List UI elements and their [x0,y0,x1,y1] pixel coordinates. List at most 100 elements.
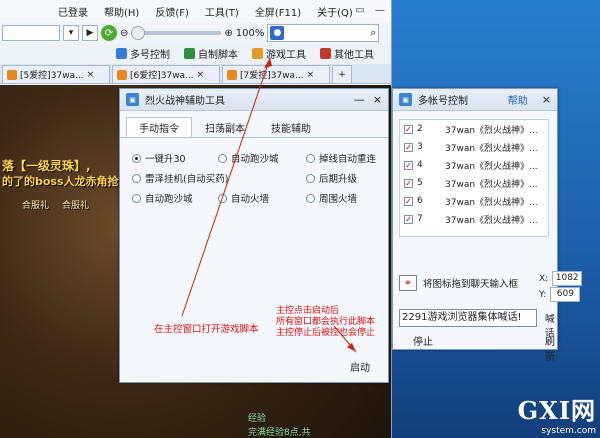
crosshair-icon[interactable]: ⌖ [399,275,417,291]
dropdown-icon[interactable]: ▾ [63,25,79,41]
logo-domain: system.com [541,426,596,436]
app-icon: ▣ [126,93,139,106]
radio-icon[interactable] [218,193,227,203]
option-surround-firewall[interactable]: 周围火墙 [306,191,396,205]
checkbox-icon[interactable]: ✓ [404,178,413,188]
zoom-slider[interactable] [131,26,222,40]
checkbox-icon[interactable]: ✓ [404,214,413,224]
toolbar-other-tools[interactable]: 其他工具 [320,46,374,61]
close-icon[interactable]: × [197,70,205,80]
x-coordinate: X: 1082 [539,271,583,286]
zoom-knob[interactable] [131,26,146,40]
checkbox-icon[interactable]: ✓ [404,196,413,206]
x-label: X: [539,273,549,284]
game-favicon-icon [117,69,127,80]
minimize-icon[interactable]: — [354,93,365,106]
search-input[interactable]: ● ⌕ [267,24,380,42]
tab-manual-command[interactable]: 手动指令 [126,117,192,137]
toolbar-multi-account[interactable]: 多号控制 [116,46,170,61]
radio-icon[interactable] [132,193,141,203]
tab-6[interactable]: [6爱控]37wa... × [112,65,220,83]
account-num: 5 [417,178,423,188]
option-auto-sand-city[interactable]: 自动跑沙城 [218,151,306,165]
option-auto-reconnect[interactable]: 掉线自动重连 [306,151,396,165]
radio-icon[interactable] [218,153,227,163]
annotation-open-script: 在主控窗口打开游戏脚本 [154,324,259,335]
minimize-icon[interactable]: — [373,3,387,17]
close-icon[interactable]: × [542,93,551,106]
radio-icon[interactable] [132,173,141,183]
baidu-paw-icon: ● [270,26,285,40]
tab-7[interactable]: [7爱控]37wa... × [222,65,330,83]
toolbar: 多号控制 自制脚本 游戏工具 其他工具 [0,44,391,62]
toolbar-game-tool[interactable]: 游戏工具 [252,46,306,61]
plus-icon: + [338,69,346,80]
option-auto-sand-city-2[interactable]: 自动跑沙城 [132,191,218,205]
game-favicon-icon [7,69,17,80]
new-tab-button[interactable]: + [332,65,352,83]
menu-tools[interactable]: 工具(T) [197,4,247,19]
refresh-go-icon[interactable]: ⟳ [101,25,117,41]
checkbox-icon[interactable]: ✓ [404,160,413,170]
refresh-button[interactable]: 刷新 [545,333,557,363]
account-row[interactable]: ✓ 7 37wan《烈火战神》... [400,210,548,228]
play-icon[interactable]: ▶ [82,25,98,41]
stop-button[interactable]: 停止 [413,333,433,348]
radio-icon[interactable] [306,193,315,203]
option-level-30[interactable]: 一键升30 [132,151,218,165]
option-grid: 一键升30 自动跑沙城 掉线自动重连 雷泽挂机(自动买药) 后期升级 自动跑沙城… [132,151,378,205]
toolbar-label: 游戏工具 [266,49,306,61]
tab-sweep-dungeon[interactable]: 扫荡副本 [192,117,258,137]
multi-account-panel: ▣ 多帐号控制 帮助 × ✓ 2 37wan《烈火战神》... ✓ 3 37wan《烈火… [392,88,583,363]
drag-target-row: ⌖ 将图标拖到聊天输入框 [399,275,518,291]
option-late-level[interactable]: 后期升级 [306,171,396,185]
toolbar-label: 其他工具 [334,49,374,61]
menu-help[interactable]: 帮助(H) [96,4,147,19]
radio-icon[interactable] [132,153,141,163]
account-num: 7 [417,214,423,224]
menu-feedback[interactable]: 反馈(F) [147,4,197,19]
account-name: 37wan《烈火战神》... [445,161,538,172]
account-row[interactable]: ✓ 4 37wan《烈火战神》... [400,156,548,174]
option-auto-firewall[interactable]: 自动火墙 [218,191,306,205]
checkbox-icon[interactable]: ✓ [404,142,413,152]
tab-5[interactable]: [5爱控]37wa... × [2,65,110,83]
zoom-in-icon[interactable]: ⊕ [224,28,232,39]
close-icon[interactable]: × [307,70,315,80]
account-row[interactable]: ✓ 6 37wan《烈火战神》... [400,192,548,210]
toolbar-custom-script[interactable]: 自制脚本 [184,46,238,61]
game-label: 合服礼 [62,201,90,211]
tab-skill-assist[interactable]: 技能辅助 [258,117,324,137]
window-controls: ▭ — [353,3,387,17]
account-row[interactable]: ✓ 2 37wan《烈火战神》... [400,120,548,138]
account-row[interactable]: ✓ 5 37wan《烈火战神》... [400,174,548,192]
zoom-control: ⊖ ⊕ 100% [120,26,264,40]
radio-icon[interactable] [306,173,315,183]
option-label: 周围火墙 [319,194,358,205]
close-icon[interactable]: × [373,93,382,106]
checkbox-icon[interactable]: ✓ [404,124,413,134]
radio-icon[interactable] [306,153,315,163]
y-value[interactable]: 609 [550,287,581,302]
menu-logged-in[interactable]: 已登录 [50,4,96,19]
option-label: 一键升30 [145,154,186,165]
close-icon[interactable]: × [87,70,95,80]
account-num: 3 [417,142,423,152]
maximize-icon[interactable]: ▭ [353,3,367,17]
zoom-out-icon[interactable]: ⊖ [120,28,128,39]
account-num: 2 [417,124,423,134]
watermark-logo: GXI网 system.com [518,391,596,436]
address-field[interactable] [2,25,60,41]
account-num: 6 [417,196,423,206]
help-link[interactable]: 帮助 [508,92,528,107]
shout-message-input[interactable]: 2291游戏浏览器集体喊话! [399,309,537,327]
menu-fullscreen[interactable]: 全屏(F11) [247,4,309,19]
option-thunder-afk[interactable]: 雷泽挂机(自动买药) [132,171,306,185]
search-icon[interactable]: ⌕ [370,26,376,40]
account-row[interactable]: ✓ 3 37wan《烈火战神》... [400,138,548,156]
x-value[interactable]: 1082 [552,271,583,286]
account-name: 37wan《烈火战神》... [445,215,538,226]
toolbar-label: 多号控制 [130,49,170,61]
start-button[interactable]: 启动 [350,359,370,374]
other-tools-icon [320,47,331,59]
